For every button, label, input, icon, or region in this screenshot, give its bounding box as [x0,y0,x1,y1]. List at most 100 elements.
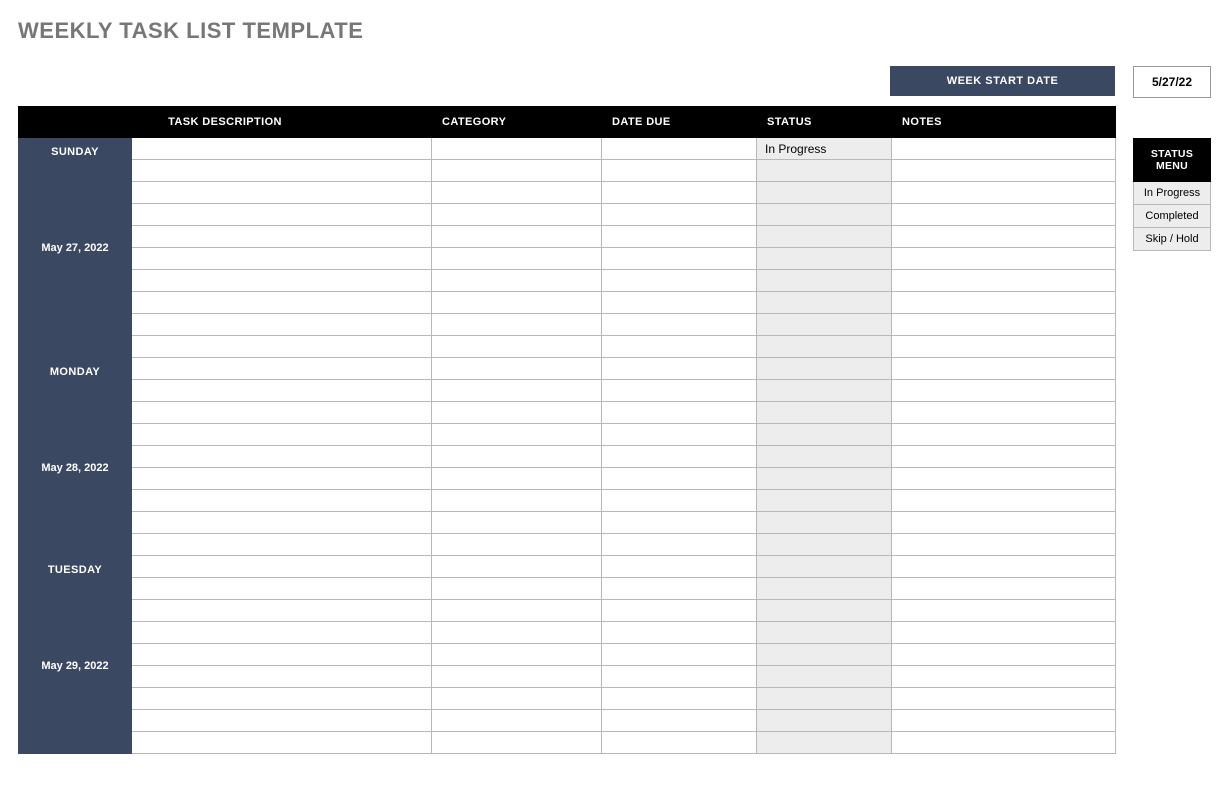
due-cell[interactable] [602,204,757,226]
due-cell[interactable] [602,336,757,358]
due-cell[interactable] [602,402,757,424]
notes-cell[interactable] [892,226,1116,248]
desc-cell[interactable] [132,578,432,600]
desc-cell[interactable] [132,600,432,622]
status-cell[interactable] [757,380,892,402]
cat-cell[interactable] [432,314,602,336]
status-menu-item[interactable]: In Progress [1133,182,1211,205]
notes-cell[interactable] [892,402,1116,424]
status-cell[interactable] [757,732,892,754]
status-cell[interactable] [757,160,892,182]
due-cell[interactable] [602,622,757,644]
status-cell[interactable] [757,446,892,468]
cat-cell[interactable] [432,248,602,270]
due-cell[interactable] [602,446,757,468]
notes-cell[interactable] [892,358,1116,380]
status-cell[interactable] [757,666,892,688]
due-cell[interactable] [602,732,757,754]
desc-cell[interactable] [132,226,432,248]
desc-cell[interactable] [132,402,432,424]
desc-cell[interactable] [132,248,432,270]
notes-cell[interactable] [892,688,1116,710]
cat-cell[interactable] [432,226,602,248]
status-cell[interactable] [757,578,892,600]
cat-cell[interactable] [432,424,602,446]
status-cell[interactable] [757,292,892,314]
status-cell[interactable] [757,204,892,226]
desc-cell[interactable] [132,446,432,468]
notes-cell[interactable] [892,446,1116,468]
notes-cell[interactable] [892,644,1116,666]
due-cell[interactable] [602,226,757,248]
status-cell[interactable] [757,600,892,622]
status-menu-item[interactable]: Completed [1133,205,1211,228]
notes-cell[interactable] [892,270,1116,292]
cat-cell[interactable] [432,622,602,644]
cat-cell[interactable] [432,490,602,512]
status-cell[interactable] [757,248,892,270]
desc-cell[interactable] [132,424,432,446]
cat-cell[interactable] [432,138,602,160]
desc-cell[interactable] [132,512,432,534]
status-cell[interactable] [757,314,892,336]
cat-cell[interactable] [432,446,602,468]
cat-cell[interactable] [432,468,602,490]
notes-cell[interactable] [892,314,1116,336]
cat-cell[interactable] [432,270,602,292]
cat-cell[interactable] [432,732,602,754]
status-cell[interactable] [757,622,892,644]
due-cell[interactable] [602,314,757,336]
notes-cell[interactable] [892,204,1116,226]
status-cell[interactable] [757,534,892,556]
desc-cell[interactable] [132,380,432,402]
desc-cell[interactable] [132,644,432,666]
due-cell[interactable] [602,358,757,380]
cat-cell[interactable] [432,644,602,666]
notes-cell[interactable] [892,556,1116,578]
status-cell[interactable] [757,512,892,534]
cat-cell[interactable] [432,160,602,182]
status-menu-item[interactable]: Skip / Hold [1133,228,1211,251]
due-cell[interactable] [602,182,757,204]
notes-cell[interactable] [892,600,1116,622]
due-cell[interactable] [602,666,757,688]
cat-cell[interactable] [432,380,602,402]
cat-cell[interactable] [432,358,602,380]
notes-cell[interactable] [892,248,1116,270]
due-cell[interactable] [602,160,757,182]
desc-cell[interactable] [132,160,432,182]
notes-cell[interactable] [892,490,1116,512]
cat-cell[interactable] [432,688,602,710]
desc-cell[interactable] [132,622,432,644]
desc-cell[interactable] [132,204,432,226]
desc-cell[interactable] [132,270,432,292]
due-cell[interactable] [602,248,757,270]
status-cell[interactable] [757,402,892,424]
desc-cell[interactable] [132,182,432,204]
due-cell[interactable] [602,556,757,578]
due-cell[interactable] [602,138,757,160]
cat-cell[interactable] [432,666,602,688]
cat-cell[interactable] [432,600,602,622]
due-cell[interactable] [602,578,757,600]
due-cell[interactable] [602,380,757,402]
notes-cell[interactable] [892,138,1116,160]
desc-cell[interactable] [132,358,432,380]
cat-cell[interactable] [432,204,602,226]
notes-cell[interactable] [892,182,1116,204]
status-cell[interactable] [757,182,892,204]
cat-cell[interactable] [432,336,602,358]
due-cell[interactable] [602,270,757,292]
notes-cell[interactable] [892,622,1116,644]
desc-cell[interactable] [132,490,432,512]
cat-cell[interactable] [432,512,602,534]
cat-cell[interactable] [432,556,602,578]
cat-cell[interactable] [432,182,602,204]
desc-cell[interactable] [132,138,432,160]
desc-cell[interactable] [132,666,432,688]
due-cell[interactable] [602,644,757,666]
notes-cell[interactable] [892,292,1116,314]
cat-cell[interactable] [432,402,602,424]
desc-cell[interactable] [132,732,432,754]
status-cell[interactable] [757,556,892,578]
